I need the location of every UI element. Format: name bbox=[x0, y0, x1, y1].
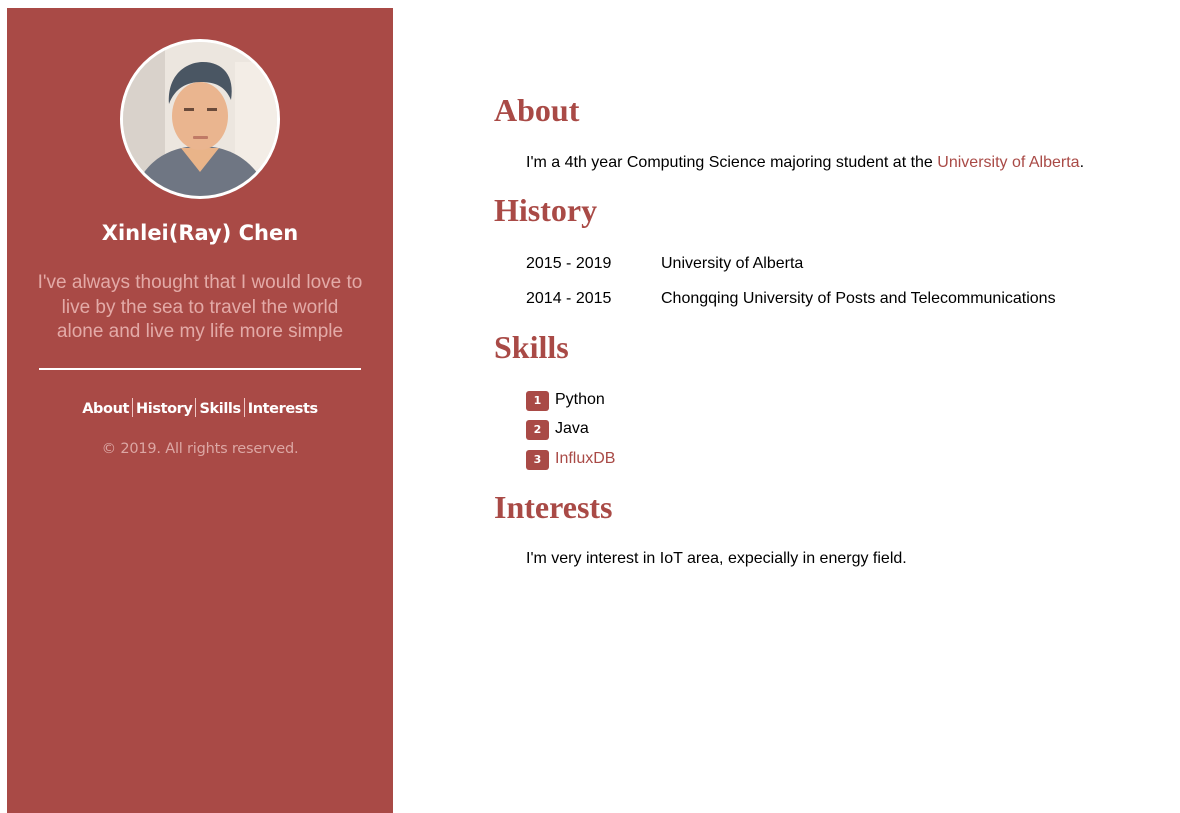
nav-separator bbox=[195, 398, 197, 417]
skill-rank-badge: 2 bbox=[526, 420, 549, 440]
skill-name: Java bbox=[555, 420, 589, 437]
nav-link-about[interactable]: About bbox=[82, 401, 129, 417]
nav-link-history[interactable]: History bbox=[136, 401, 193, 417]
nav-link-skills[interactable]: Skills bbox=[199, 401, 241, 417]
skill-name: Python bbox=[555, 391, 605, 408]
university-link[interactable]: University of Alberta bbox=[937, 154, 1079, 171]
interests-heading: Interests bbox=[494, 489, 613, 525]
avatar bbox=[120, 39, 280, 199]
history-period: 2014 - 2015 bbox=[526, 290, 612, 307]
nav-link-interests[interactable]: Interests bbox=[248, 401, 318, 417]
sidebar-divider bbox=[39, 368, 361, 370]
skills-heading: Skills bbox=[494, 329, 569, 365]
history-period: 2015 - 2019 bbox=[526, 255, 612, 272]
interests-text: I'm very interest in IoT area, expeciall… bbox=[526, 550, 907, 567]
nav-separator bbox=[243, 398, 245, 417]
history-place: Chongqing University of Posts and Teleco… bbox=[661, 290, 1056, 307]
about-text-before: I'm a 4th year Computing Science majorin… bbox=[526, 154, 938, 171]
history-heading: History bbox=[494, 192, 598, 228]
sidebar: Xinlei(Ray) Chen I've always thought tha… bbox=[7, 8, 393, 813]
history-place: University of Alberta bbox=[661, 255, 804, 272]
sidebar-nav: About History Skills Interests bbox=[7, 398, 393, 420]
skill-rank-badge: 3 bbox=[526, 450, 549, 470]
profile-bio: I've always thought that I would love to… bbox=[37, 272, 363, 342]
nav-separator bbox=[132, 398, 134, 417]
skill-link-influxdb[interactable]: InfluxDB bbox=[555, 449, 615, 469]
copyright: © 2019. All rights reserved. bbox=[101, 441, 299, 457]
about-text-after: . bbox=[1079, 154, 1085, 171]
about-heading: About bbox=[494, 92, 580, 128]
skill-rank-badge: 1 bbox=[526, 391, 549, 411]
about-text: I'm a 4th year Computing Science majorin… bbox=[526, 153, 1084, 173]
profile-photo-icon bbox=[123, 42, 277, 196]
profile-name: Xinlei(Ray) Chen bbox=[101, 221, 299, 245]
